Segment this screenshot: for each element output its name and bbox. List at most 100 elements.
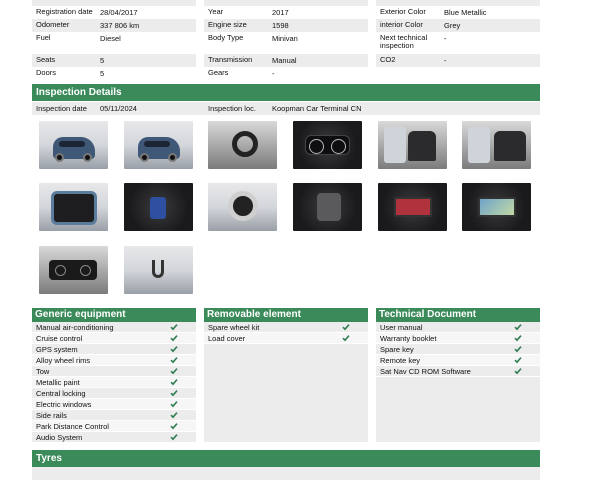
checkmark-icon (170, 334, 178, 342)
generic-equipment-header: Generic equipment (32, 308, 196, 322)
checkmark-icon (514, 345, 522, 353)
spec-row: Year 2017 (208, 7, 289, 18)
spec-row: Registration date 28/04/2017 (36, 7, 138, 18)
checkmark-icon (342, 334, 350, 342)
generic-equipment-list: Manual air-conditioning Cruise control GPS… (32, 322, 196, 443)
trunk-photo[interactable] (39, 183, 108, 231)
climate-panel-photo[interactable] (39, 246, 108, 294)
equipment-item: Alloy wheel rims (32, 355, 196, 366)
checkmark-icon (170, 422, 178, 430)
spec-row: Body Type Minivan (208, 33, 298, 44)
equipment-item-label: Cruise control (36, 334, 83, 343)
checkmark-icon (514, 323, 522, 331)
climate-panel-shape (49, 260, 97, 280)
checkmark-icon (170, 356, 178, 364)
door-shape (468, 127, 490, 163)
equipment-item: Sat Nav CD ROM Software (376, 366, 540, 377)
equipment-item-label: Tow (36, 367, 50, 376)
equipment-item: Audio System (32, 432, 196, 443)
inspection-date-value: 05/11/2024 (100, 104, 137, 113)
wheel-shape (168, 153, 177, 162)
equipment-item-label: Warranty booklet (380, 334, 437, 343)
equipment-item: Electric windows (32, 399, 196, 410)
navigation-screen-photo[interactable] (462, 183, 531, 231)
spare-tools-photo[interactable] (124, 183, 193, 231)
steering-wheel-shape (232, 131, 258, 157)
equipment-item-label: Load cover (208, 334, 246, 343)
gear-knob-shape (317, 193, 341, 221)
checkmark-icon (514, 367, 522, 375)
spec-row-empty (376, 67, 540, 80)
spec-column-2: Year 2017 Engine size 1598 Body Type Miniva… (204, 0, 368, 80)
seat-shape (408, 131, 436, 161)
spec-column-3: Exterior Color Blue Metallic interior Col… (376, 0, 540, 80)
equipment-item: User manual (376, 322, 540, 333)
vehicle-spec-table: Registration date 28/04/2017 Odometer 337 … (32, 0, 540, 78)
steering-wheel-photo[interactable] (208, 121, 277, 169)
equipment-item: Cruise control (32, 333, 196, 344)
wheel-photo[interactable] (208, 183, 277, 231)
screen-shape (394, 197, 432, 217)
spec-row: Doors 5 (36, 68, 105, 79)
checkmark-icon (170, 367, 178, 375)
spec-row: Next technical inspection - (380, 33, 447, 50)
equipment-item-label: User manual (380, 323, 423, 332)
tyre-shape (228, 191, 258, 221)
spec-row: CO2- (376, 54, 540, 67)
inspection-details-header: Inspection Details (32, 84, 540, 101)
spec-row: Transmission Manual (204, 54, 368, 67)
inspection-info-row: Inspection date 05/11/2024 Inspection lo… (32, 102, 540, 115)
equipment-item: Central locking (32, 388, 196, 399)
screen-shape (478, 197, 516, 217)
tow-hook-shape (152, 260, 164, 278)
technical-document-list: User manual Warranty booklet Spare key Remo… (376, 322, 540, 442)
rear-seat-photo[interactable] (462, 121, 531, 169)
inspection-date-label: Inspection date (36, 104, 87, 113)
equipment-item: Tow (32, 366, 196, 377)
wheel-shape (140, 153, 149, 162)
tow-hook-photo[interactable] (124, 246, 193, 294)
checkmark-icon (514, 356, 522, 364)
equipment-item-label: Remote key (380, 356, 421, 365)
checkmark-icon (170, 378, 178, 386)
spec-column-1: Registration date 28/04/2017 Odometer 337 … (32, 0, 196, 80)
inspection-location-value: Koopman Car Terminal CN (272, 104, 362, 113)
equipment-item-label: Spare wheel kit (208, 323, 260, 332)
equipment-item-label: Manual air-conditioning (36, 323, 114, 332)
equipment-item-label: Park Distance Control (36, 422, 109, 431)
equipment-item: Manual air-conditioning (32, 322, 196, 333)
instrument-cluster-photo[interactable] (293, 121, 362, 169)
dashboard-shape (305, 135, 350, 155)
door-shape (384, 127, 406, 163)
equipment-item-label: GPS system (36, 345, 78, 354)
tool-bag-shape (150, 197, 166, 219)
equipment-item: Side rails (32, 410, 196, 421)
tyres-body (32, 467, 540, 480)
technical-document-section: Technical Document User manual Warranty b… (376, 308, 540, 442)
equipment-item-label: Spare key (380, 345, 414, 354)
car-front-photo[interactable] (39, 121, 108, 169)
gear-shift-photo[interactable] (293, 183, 362, 231)
equipment-item: Load cover (204, 333, 368, 344)
equipment-item: Remote key (376, 355, 540, 366)
checkmark-icon (170, 323, 178, 331)
front-seat-photo[interactable] (378, 121, 447, 169)
equipment-item: Metallic paint (32, 377, 196, 388)
equipment-item-label: Alloy wheel rims (36, 356, 91, 365)
equipment-item: Spare wheel kit (204, 322, 368, 333)
checkmark-icon (170, 400, 178, 408)
technical-document-header: Technical Document (376, 308, 540, 322)
checkmark-icon (170, 345, 178, 353)
equipment-item-label: Electric windows (36, 400, 92, 409)
removable-element-header: Removable element (204, 308, 368, 322)
radio-screen-photo[interactable] (378, 183, 447, 231)
equipment-item-label: Central locking (36, 389, 86, 398)
wheel-shape (55, 153, 64, 162)
tyres-header: Tyres (32, 450, 540, 467)
equipment-item-label: Audio System (36, 433, 83, 442)
equipment-item-label: Metallic paint (36, 378, 80, 387)
car-rear-photo[interactable] (124, 121, 193, 169)
trunk-shape (51, 191, 97, 225)
equipment-item: Park Distance Control (32, 421, 196, 432)
checkmark-icon (514, 334, 522, 342)
